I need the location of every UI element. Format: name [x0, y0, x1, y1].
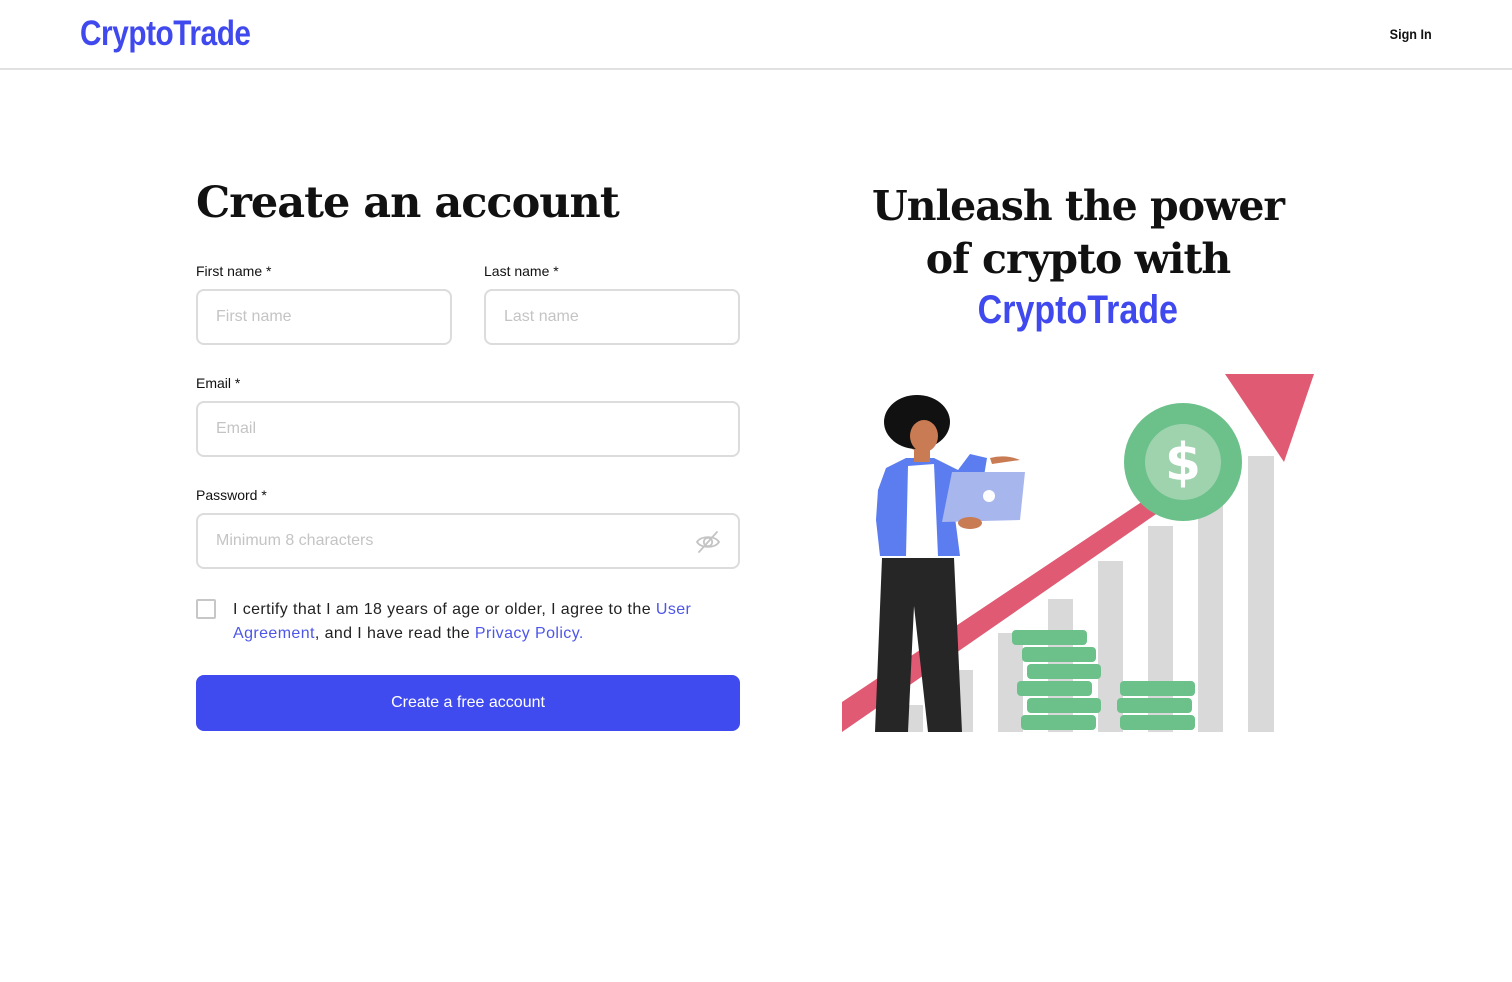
last-name-input[interactable] [484, 289, 740, 345]
promo-headline-line-2: of crypto with [925, 235, 1232, 283]
svg-text:$: $ [1165, 433, 1201, 493]
terms-text-part-2: , and I have read the [314, 625, 471, 642]
first-name-label: First name * [196, 263, 272, 279]
last-name-label: Last name * [484, 263, 559, 279]
dollar-coin-icon: $ [1124, 403, 1242, 521]
promo-headline-line-1: Unleash the power [871, 182, 1285, 230]
page-title: Create an account [196, 178, 620, 228]
sign-in-link[interactable]: Sign In [1390, 26, 1432, 42]
terms-text-part-1: I certify that I am 18 years of age or o… [233, 601, 651, 618]
create-account-button[interactable]: Create a free account [196, 675, 740, 731]
crypto-growth-illustration: $ [842, 374, 1314, 732]
eye-off-icon[interactable] [695, 529, 721, 555]
money-stack-right [1117, 681, 1195, 730]
terms-checkbox[interactable] [196, 599, 216, 619]
brand-logo[interactable]: CryptoTrade [80, 14, 251, 54]
first-name-input[interactable] [196, 289, 452, 345]
email-label: Email * [196, 375, 241, 391]
password-label: Password * [196, 487, 267, 503]
terms-text: I certify that I am 18 years of age or o… [233, 598, 703, 646]
password-input[interactable] [196, 513, 740, 569]
promo-brand-name: CryptoTrade [977, 288, 1179, 332]
top-header: CryptoTrade Sign In [0, 0, 1512, 70]
email-input[interactable] [196, 401, 740, 457]
promo-panel: Unleash the power of crypto with CryptoT… [842, 180, 1314, 334]
privacy-policy-link[interactable]: Privacy Policy. [475, 625, 584, 642]
